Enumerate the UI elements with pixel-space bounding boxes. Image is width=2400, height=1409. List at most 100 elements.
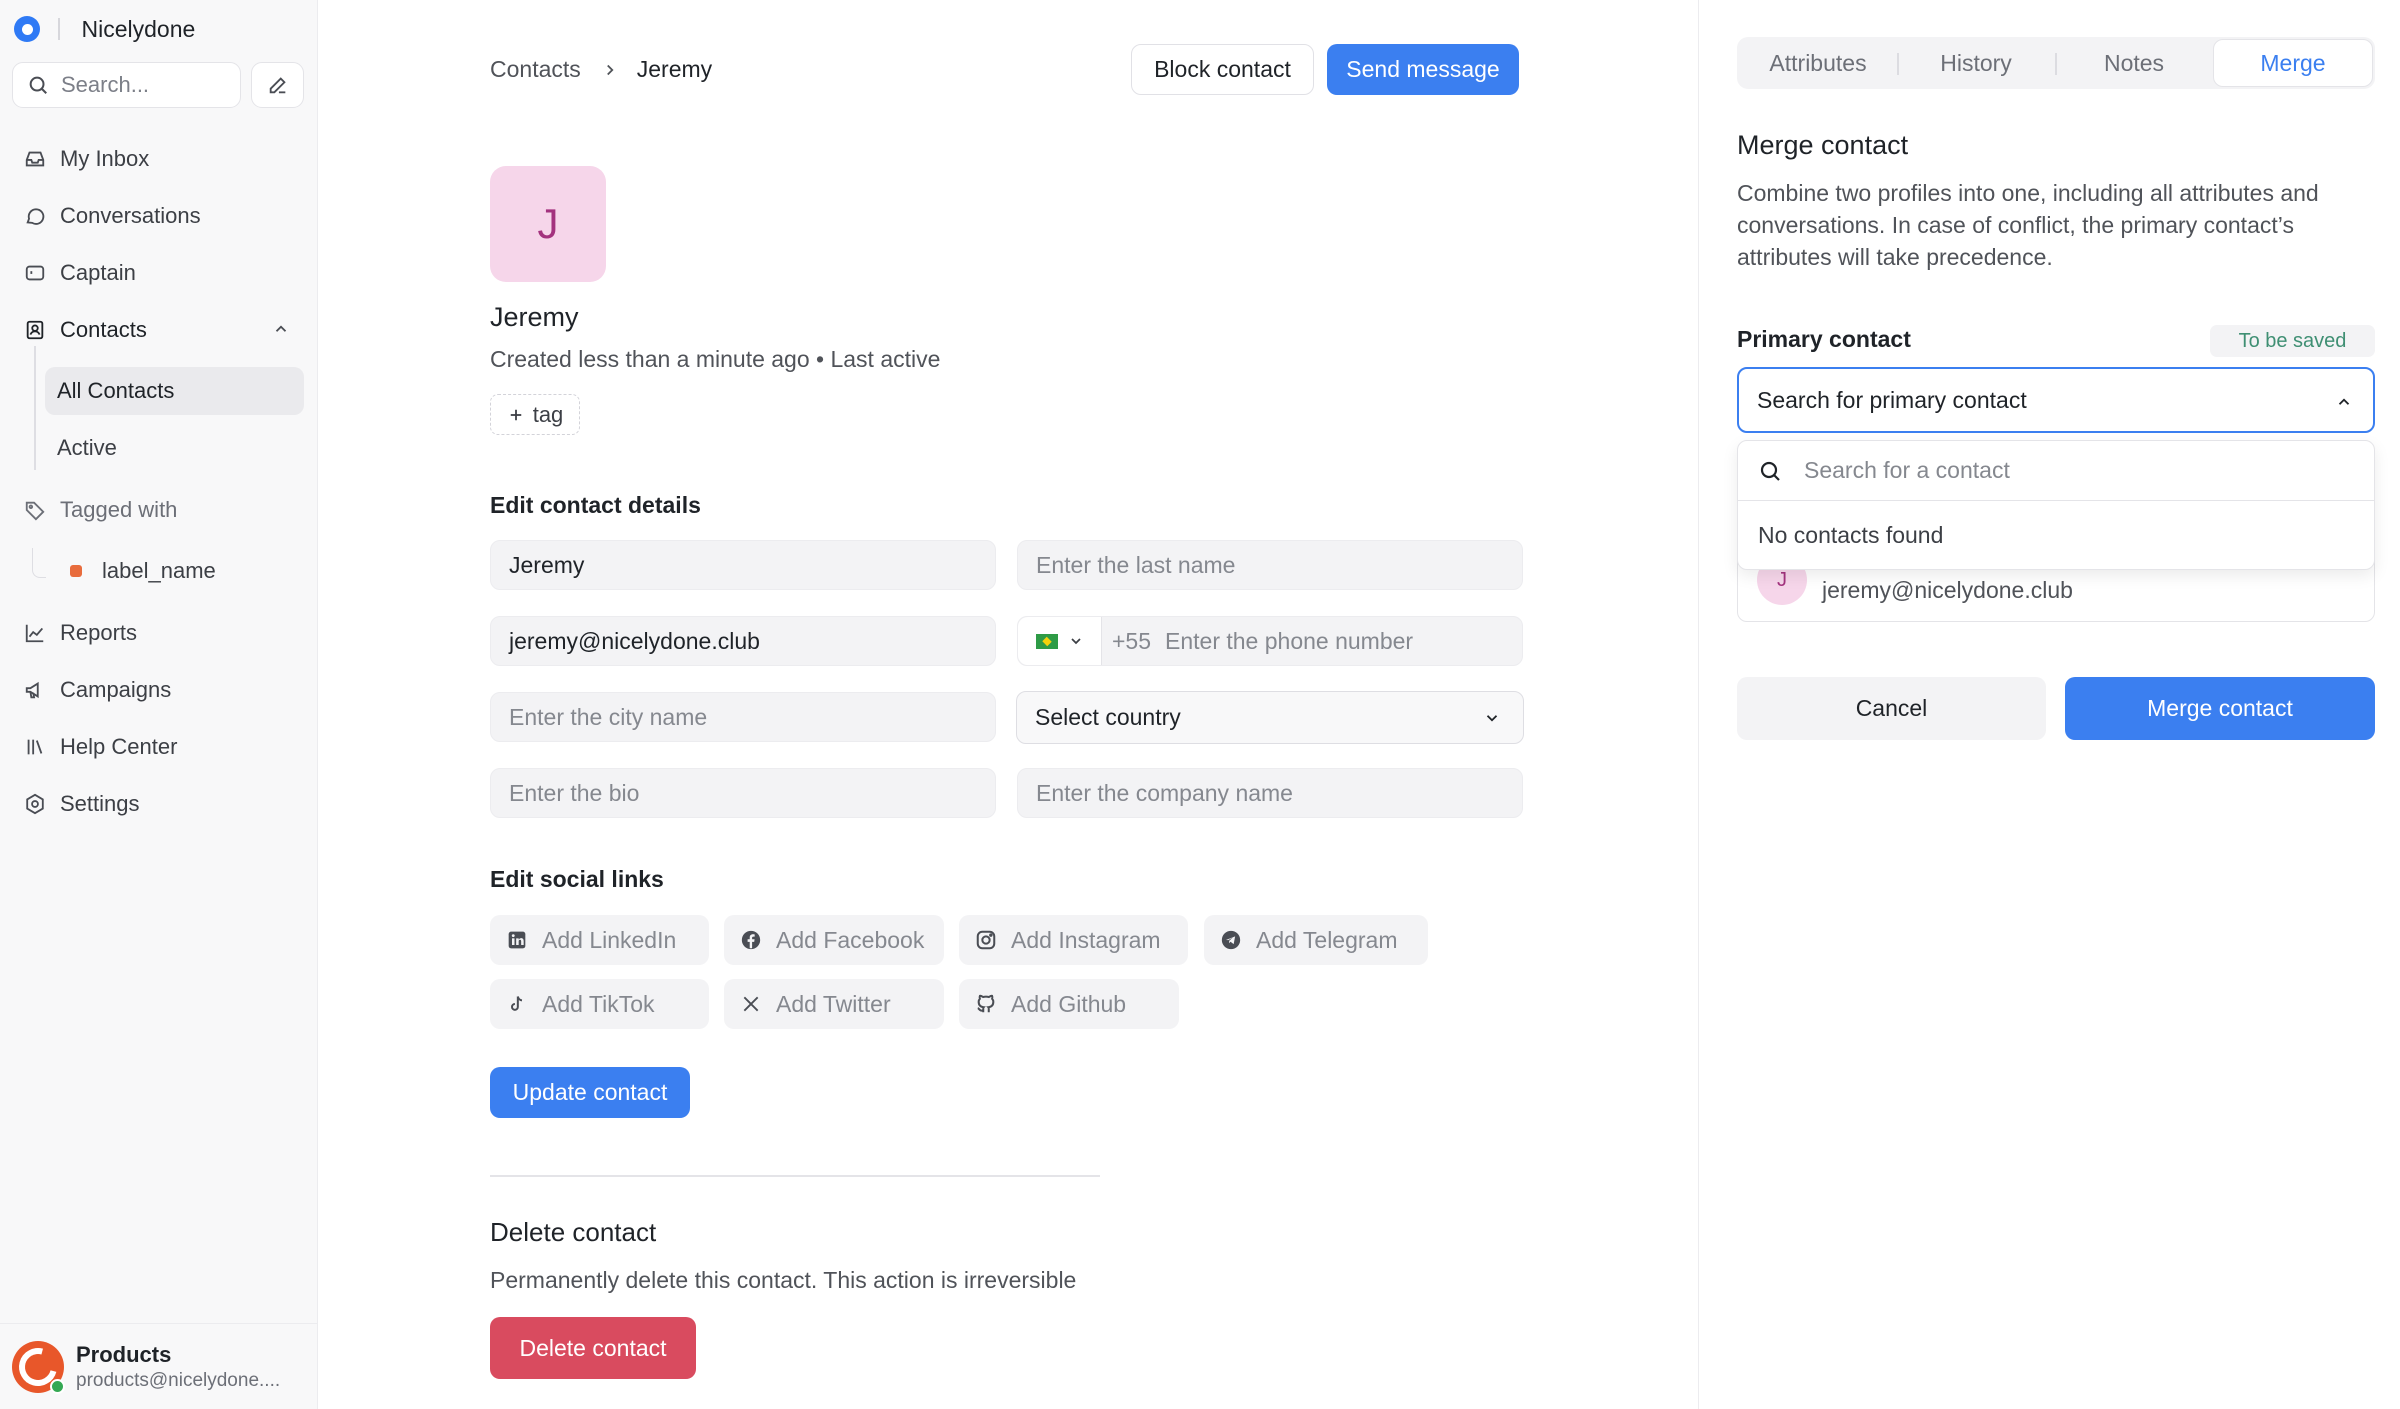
secondary-contact-email: jeremy@nicelydone.club	[1822, 577, 2073, 603]
primary-contact-label: Primary contact	[1737, 326, 1911, 352]
chevron-down-icon	[1486, 715, 1498, 722]
add-facebook-button[interactable]: Add Facebook	[724, 915, 944, 965]
last-name-field[interactable]: Enter the last name	[1017, 540, 1523, 590]
phone-code: +55	[1112, 627, 1152, 654]
add-tag-label: tag	[532, 401, 564, 427]
add-twitter-button[interactable]: Add Twitter	[724, 979, 944, 1029]
sidebar-item-all-contacts[interactable]: All Contacts	[45, 367, 304, 415]
edit-social-title: Edit social links	[490, 866, 664, 892]
update-contact-button[interactable]: Update contact	[490, 1067, 690, 1118]
workspace-name: Nicelydone	[81, 15, 196, 42]
phone-placeholder: Enter the phone number	[1165, 627, 1414, 654]
dropdown-empty-state: No contacts found	[1758, 521, 1944, 548]
chevron-right-icon	[601, 61, 619, 79]
breadcrumb: Contacts Jeremy	[490, 56, 712, 83]
primary-contact-combobox[interactable]: Search for primary contact	[1737, 367, 2375, 433]
dropdown-search-input[interactable]: Search for a contact	[1738, 441, 2374, 501]
sidebar-item-label: Reports	[60, 620, 138, 645]
add-tiktok-label: Add TikTok	[542, 990, 655, 1017]
plus-icon	[510, 409, 521, 420]
delete-contact-description: Permanently delete this contact. This ac…	[490, 1267, 1077, 1293]
divider	[490, 1175, 1100, 1177]
bot-icon	[22, 260, 48, 286]
add-facebook-label: Add Facebook	[776, 926, 925, 953]
tab-history[interactable]: History	[1897, 39, 2055, 87]
x-twitter-icon	[740, 993, 762, 1015]
megaphone-icon	[22, 677, 48, 703]
tab-attributes[interactable]: Attributes	[1739, 39, 1897, 87]
search-icon	[1760, 461, 1780, 481]
chevron-up-icon[interactable]	[272, 320, 290, 338]
instagram-icon	[975, 929, 997, 951]
delete-contact-title: Delete contact	[490, 1217, 657, 1247]
first-name-field[interactable]: Jeremy	[490, 540, 996, 590]
sidebar-item-my-inbox[interactable]: My Inbox	[12, 135, 304, 183]
brazil-flag-icon	[1035, 633, 1058, 649]
delete-contact-button[interactable]: Delete contact	[490, 1317, 696, 1379]
sidebar-search[interactable]: Search...	[12, 62, 241, 108]
phone-field[interactable]: +55 Enter the phone number	[1017, 616, 1523, 666]
chevron-down-icon	[1070, 638, 1081, 645]
sidebar-item-label-name[interactable]: label_name	[42, 547, 304, 595]
breadcrumb-contacts[interactable]: Contacts	[490, 56, 581, 83]
chevron-up-icon	[2338, 398, 2350, 405]
online-status-icon	[50, 1378, 65, 1394]
sidebar-item-campaigns[interactable]: Campaigns	[12, 666, 304, 714]
tag-icon	[22, 497, 48, 523]
country-select[interactable]: Select country	[1016, 691, 1524, 744]
sidebar-item-label: Tagged with	[60, 497, 178, 522]
compose-button[interactable]	[251, 62, 304, 108]
brand-logo-icon	[14, 16, 40, 42]
sidebar-item-label: label_name	[102, 558, 216, 583]
brand[interactable]: Nicelydone	[14, 14, 195, 44]
contact-avatar: J	[490, 166, 606, 282]
add-github-label: Add Github	[1011, 990, 1127, 1017]
sidebar-item-label: Help Center	[60, 734, 178, 759]
email-field[interactable]: jeremy@nicelydone.club	[490, 616, 996, 666]
profile-name: Products	[76, 1341, 172, 1367]
telegram-icon	[1220, 929, 1242, 951]
sidebar: Nicelydone Search... My Inbox Conversati…	[0, 0, 318, 1409]
block-contact-button[interactable]: Block contact	[1131, 44, 1314, 95]
sidebar-item-reports[interactable]: Reports	[12, 609, 304, 657]
avatar	[12, 1340, 65, 1394]
sidebar-item-conversations[interactable]: Conversations	[12, 192, 304, 240]
add-telegram-label: Add Telegram	[1256, 926, 1398, 953]
city-field[interactable]: Enter the city name	[490, 692, 996, 742]
sidebar-item-label: Conversations	[60, 203, 201, 228]
sidebar-item-contacts[interactable]: Contacts	[12, 306, 304, 354]
add-linkedin-button[interactable]: Add LinkedIn	[490, 915, 709, 965]
sidebar-item-settings[interactable]: Settings	[12, 780, 304, 828]
add-github-button[interactable]: Add Github	[959, 979, 1179, 1029]
chat-bubble-icon	[22, 203, 48, 229]
sidebar-item-label: Captain	[60, 260, 136, 285]
add-telegram-button[interactable]: Add Telegram	[1204, 915, 1428, 965]
user-profile[interactable]: Products products@nicelydone....	[0, 1323, 318, 1409]
search-icon	[29, 76, 47, 94]
status-badge: To be saved	[2210, 325, 2375, 357]
country-code-select[interactable]	[1018, 617, 1102, 665]
sidebar-item-tagged-with[interactable]: Tagged with	[12, 486, 304, 534]
sidebar-item-label: All Contacts	[57, 378, 175, 403]
add-tag-button[interactable]: tag	[490, 394, 580, 435]
github-icon	[975, 993, 997, 1015]
sidebar-item-help-center[interactable]: Help Center	[12, 723, 304, 771]
library-icon	[22, 734, 48, 760]
tab-merge[interactable]: Merge	[2213, 39, 2373, 87]
merge-title: Merge contact	[1737, 130, 1909, 160]
sidebar-item-label: Contacts	[60, 317, 147, 342]
tiktok-icon	[506, 993, 528, 1015]
add-instagram-button[interactable]: Add Instagram	[959, 915, 1188, 965]
sidebar-item-label: Settings	[60, 791, 140, 816]
tab-notes[interactable]: Notes	[2055, 39, 2213, 87]
bio-field[interactable]: Enter the bio	[490, 768, 996, 818]
sidebar-item-captain[interactable]: Captain	[12, 249, 304, 297]
cancel-button[interactable]: Cancel	[1737, 677, 2046, 740]
label-color-dot	[70, 565, 82, 577]
merge-contact-button[interactable]: Merge contact	[2065, 677, 2375, 740]
company-field[interactable]: Enter the company name	[1017, 768, 1523, 818]
sidebar-item-active[interactable]: Active	[45, 424, 304, 472]
sidebar-item-label: My Inbox	[60, 146, 150, 171]
send-message-button[interactable]: Send message	[1327, 44, 1519, 95]
add-tiktok-button[interactable]: Add TikTok	[490, 979, 709, 1029]
